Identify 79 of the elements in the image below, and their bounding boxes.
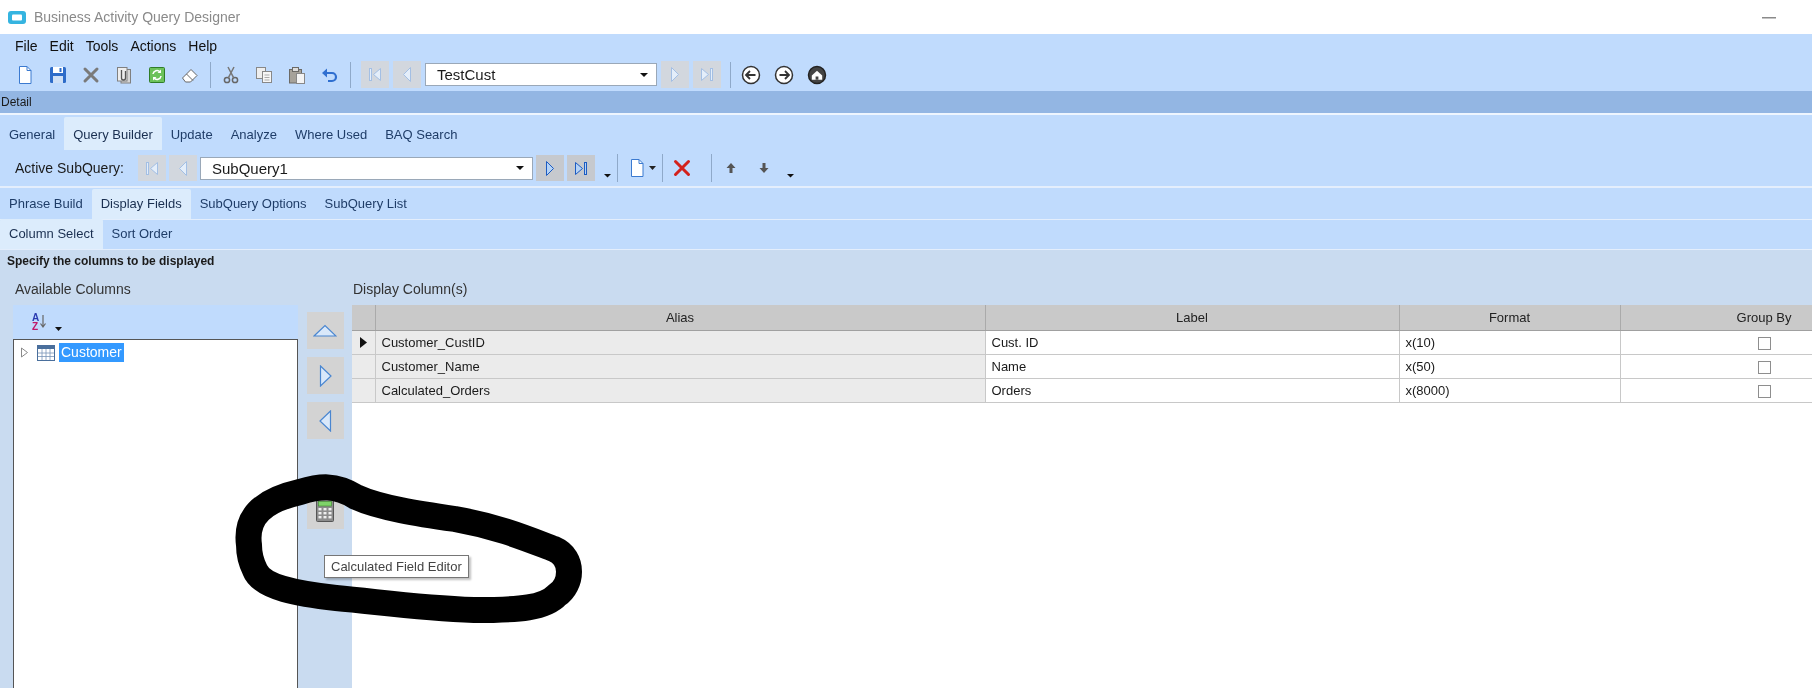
skip-end-icon	[699, 66, 715, 83]
triangle-left-icon	[318, 409, 332, 432]
column-header[interactable]: Label	[985, 305, 1399, 331]
next-record-button[interactable]	[535, 155, 564, 181]
table-cell: x(10)	[1399, 330, 1620, 355]
instruction-text: Specify the columns to be displayed	[6, 253, 216, 270]
menu-item[interactable]: File	[15, 38, 38, 54]
checkbox[interactable]	[1757, 385, 1771, 399]
attachment-icon[interactable]	[114, 64, 134, 85]
table-cell: Calculated_Orders	[375, 378, 985, 403]
triangle-right-icon	[318, 364, 332, 387]
calculator-icon	[316, 499, 334, 522]
table-cell: Customer_Name	[375, 354, 985, 379]
menu-item[interactable]: Help	[188, 38, 218, 54]
row-header-cell[interactable]	[352, 378, 375, 403]
table-cell: x(50)	[1399, 354, 1620, 379]
table-cell: x(8000)	[1399, 378, 1620, 403]
delete-icon[interactable]	[671, 158, 692, 178]
remove-column-button[interactable]	[306, 402, 344, 439]
last-record-button[interactable]	[566, 155, 595, 181]
checkbox[interactable]	[1757, 361, 1771, 375]
move-up-button[interactable]	[306, 312, 344, 349]
tab[interactable]: Display Fields	[91, 189, 191, 219]
forward-arrow-circle-icon[interactable]	[774, 64, 794, 85]
tooltip: Calculated Field Editor	[324, 555, 469, 578]
skip-start-icon	[143, 159, 160, 177]
row-header-cell[interactable]	[352, 354, 375, 379]
tab[interactable]: Phrase Build	[0, 189, 92, 219]
current-row-icon	[360, 337, 367, 348]
tab[interactable]: BAQ Search	[376, 117, 467, 150]
dropdown-caret-icon[interactable]	[55, 327, 63, 331]
dropdown-caret-icon	[515, 166, 524, 170]
menu-item[interactable]: Actions	[130, 38, 177, 54]
subquery-combo[interactable]: SubQuery1	[199, 156, 533, 180]
menu-item[interactable]: Tools	[85, 38, 119, 54]
tab[interactable]: Update	[161, 117, 222, 150]
menu-item[interactable]: Edit	[49, 38, 74, 54]
minimize-icon[interactable]	[1762, 15, 1776, 19]
column-header[interactable]: Alias	[375, 305, 985, 331]
copy-icon[interactable]	[254, 64, 274, 85]
column-header[interactable]: Group By	[1620, 305, 1812, 331]
section-title: Detail	[1, 95, 32, 109]
tab[interactable]: Column Select	[0, 219, 103, 249]
app-icon	[8, 10, 26, 24]
expand-triangle-icon[interactable]	[20, 347, 29, 358]
column-header[interactable]: Format	[1399, 305, 1620, 331]
table-cell: Cust. ID	[985, 330, 1399, 355]
dropdown-caret-icon[interactable]	[648, 166, 656, 170]
checkbox[interactable]	[1757, 337, 1771, 351]
back-arrow-circle-icon[interactable]	[741, 64, 761, 85]
refresh-icon[interactable]	[147, 64, 167, 85]
triangle-up-icon	[313, 324, 337, 337]
table-cell: Name	[985, 354, 1399, 379]
record-combo[interactable]: TestCust	[425, 63, 657, 86]
tab[interactable]: SubQuery List	[315, 189, 416, 219]
overflow-icon[interactable]	[786, 172, 794, 178]
subquery-label: Active SubQuery:	[15, 160, 124, 176]
skip-end-icon	[572, 159, 589, 177]
scissors-icon[interactable]	[221, 64, 241, 85]
table-cell: Customer_CustID	[375, 330, 985, 355]
tab[interactable]: General	[0, 117, 65, 150]
table-cell: Orders	[985, 378, 1399, 403]
clipboard-icon[interactable]	[287, 64, 307, 85]
row-header-cell[interactable]	[352, 330, 375, 355]
window-title: Business Activity Query Designer	[34, 9, 241, 25]
panel-title: Display Column(s)	[353, 280, 468, 297]
dropdown-caret-icon	[640, 72, 648, 77]
add-column-button[interactable]	[306, 357, 344, 394]
table-icon	[37, 344, 55, 361]
tab[interactable]: Query Builder	[64, 117, 162, 150]
tab[interactable]: SubQuery Options	[190, 189, 316, 219]
overflow-icon[interactable]	[603, 172, 611, 178]
skip-start-icon	[367, 66, 383, 83]
tab[interactable]: Sort Order	[102, 219, 182, 249]
tab[interactable]: Where Used	[285, 117, 377, 150]
panel-title: Available Columns	[15, 280, 131, 297]
save-icon[interactable]	[48, 64, 68, 85]
home-icon[interactable]	[807, 64, 827, 85]
tab[interactable]: Analyze	[221, 117, 286, 150]
